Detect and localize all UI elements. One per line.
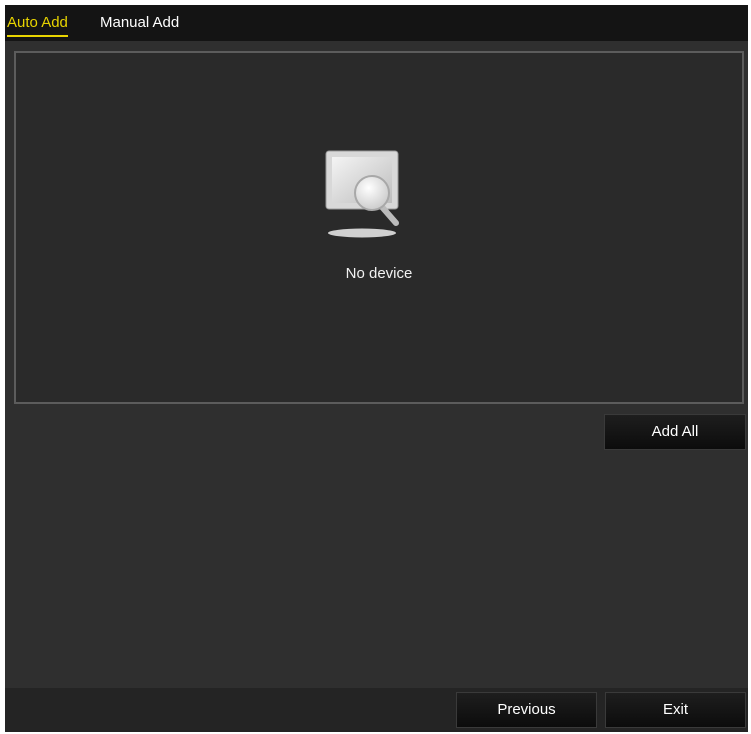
add-all-button[interactable]: Add All — [604, 414, 746, 450]
device-list-panel: No device — [14, 51, 744, 404]
add-device-window: Auto Add Manual Add No device Add All Pr… — [5, 5, 748, 732]
tab-auto-add[interactable]: Auto Add — [7, 14, 68, 37]
tab-bar: Auto Add Manual Add — [5, 5, 748, 41]
monitor-search-icon — [325, 150, 399, 238]
previous-button[interactable]: Previous — [456, 692, 597, 728]
tab-manual-add[interactable]: Manual Add — [100, 14, 179, 32]
exit-button[interactable]: Exit — [605, 692, 746, 728]
no-device-message: No device — [345, 265, 413, 282]
